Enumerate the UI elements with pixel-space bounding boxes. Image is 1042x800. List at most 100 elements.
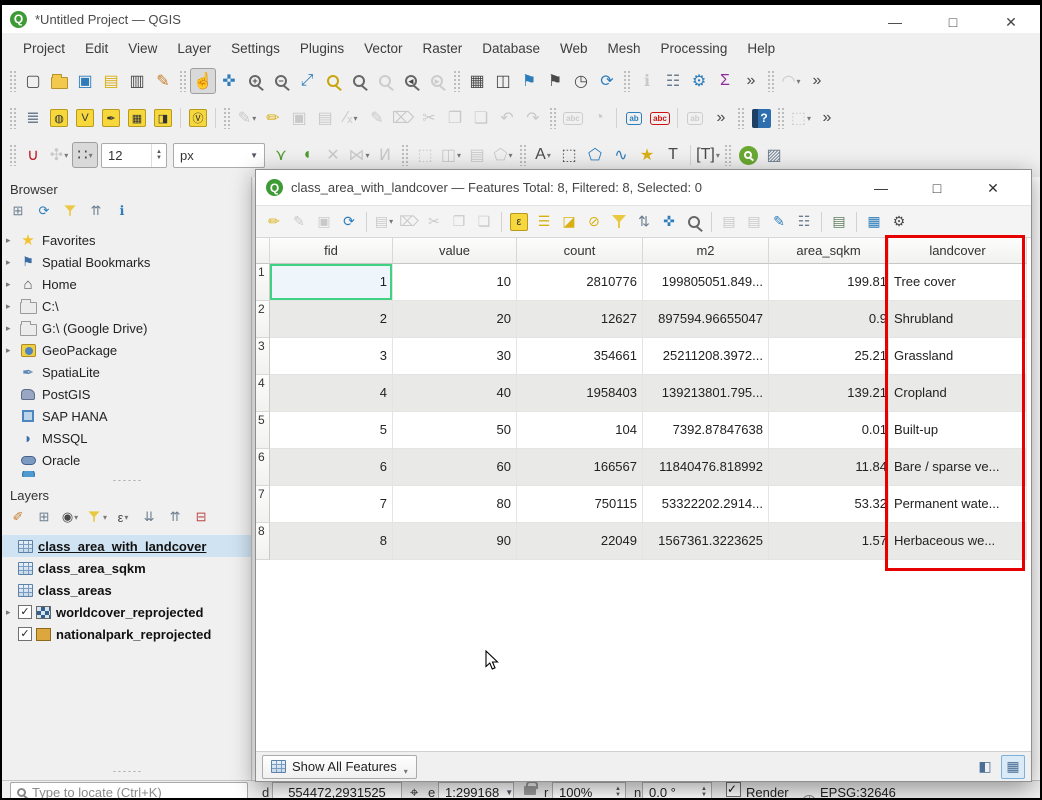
properties-widget-icon[interactable]: ℹ	[112, 201, 132, 221]
add-delimited-text-layer-icon[interactable]: V	[72, 105, 98, 131]
add-wms-layer-icon[interactable]: Ⓥ	[185, 105, 211, 131]
coordinate-field[interactable]: 554472,2931525	[272, 782, 402, 800]
offset-tool-icon[interactable]: Ͷ	[372, 142, 398, 168]
delete-selected-features-icon[interactable]: ⌦	[397, 210, 421, 234]
cell-count[interactable]: 354661	[517, 338, 643, 375]
cell-count[interactable]: 166567	[517, 449, 643, 486]
column-header-m2[interactable]: m2	[643, 238, 769, 264]
cell-value[interactable]: 90	[393, 523, 517, 560]
modify-attributes-icon[interactable]: ✎	[364, 105, 390, 131]
table-corner-cell[interactable]	[256, 238, 270, 264]
invert-selection-icon[interactable]: ◪	[557, 210, 581, 234]
cut-selected-icon[interactable]: ✂	[422, 210, 446, 234]
statistical-summary-icon[interactable]: Σ	[712, 68, 738, 94]
crs-status[interactable]: EPSG:32646	[820, 782, 896, 800]
new-map-view-icon[interactable]: ▦	[464, 68, 490, 94]
toolbar-extension-4-icon[interactable]: »	[814, 105, 840, 131]
add-feature-icon[interactable]: ▤▾	[372, 210, 396, 234]
cell-m2[interactable]: 11840476.818992	[643, 449, 769, 486]
zoom-to-layer-icon[interactable]	[346, 68, 372, 94]
menu-project[interactable]: Project	[14, 37, 74, 60]
cell-value[interactable]: 10	[393, 264, 517, 301]
row-number[interactable]: 8	[256, 523, 270, 560]
redo-icon[interactable]: ↷	[520, 105, 546, 131]
field-expression-icon[interactable]: ✎	[767, 210, 791, 234]
layer-item-class-area-with-landcover[interactable]: class_area_with_landcover	[2, 535, 251, 557]
column-header-value[interactable]: value	[393, 238, 517, 264]
rotation-spinbox[interactable]: 0.0 ° ▲▼	[642, 782, 712, 800]
cell-m2[interactable]: 199805051.849...	[643, 264, 769, 301]
cell-area_sqkm[interactable]: 0.9	[769, 301, 889, 338]
zoom-to-selection-icon[interactable]	[320, 68, 346, 94]
split-features-icon[interactable]: ◫▾	[438, 142, 464, 168]
toolbar-extension-2-icon[interactable]: »	[804, 68, 830, 94]
toolbar-handle[interactable]	[767, 70, 775, 92]
expand-arrow-icon[interactable]: ▸	[6, 345, 18, 356]
browser-item-oracle[interactable]: Oracle	[2, 449, 251, 471]
add-spatialite-layer-icon[interactable]: ✒	[98, 105, 124, 131]
filter-browser-icon[interactable]	[60, 201, 80, 221]
move-label-icon[interactable]: ab	[682, 105, 708, 131]
cell-m2[interactable]: 1567361.3223625	[643, 523, 769, 560]
select-all-icon[interactable]: ☰	[532, 210, 556, 234]
cell-fid[interactable]: 4	[270, 375, 393, 412]
map-tips-icon[interactable]: [T]▾	[695, 142, 721, 168]
cell-fid[interactable]: 5	[270, 412, 393, 449]
conditional-formatting-icon[interactable]: ▤	[827, 210, 851, 234]
snapping-units-combo[interactable]: px▼	[173, 143, 265, 168]
zoom-native-icon[interactable]	[372, 68, 398, 94]
browser-item-mssql[interactable]: ◗MSSQL	[2, 427, 251, 449]
delete-selected-icon[interactable]: ⌦	[390, 105, 416, 131]
digitize-options-icon[interactable]: ⁄ₓ▾	[338, 105, 364, 131]
copy-selected-icon[interactable]: ❐	[447, 210, 471, 234]
pan-to-selection-icon[interactable]: ✜	[216, 68, 242, 94]
select-by-expression-icon[interactable]: ε	[507, 210, 531, 234]
menu-view[interactable]: View	[119, 37, 166, 60]
row-number[interactable]: 2	[256, 301, 270, 338]
open-field-calculator-icon[interactable]: ☷	[792, 210, 816, 234]
identify-features-icon[interactable]: ℹ	[634, 68, 660, 94]
cell-area_sqkm[interactable]: 11.84	[769, 449, 889, 486]
render-checkbox[interactable]: ✓	[726, 782, 741, 797]
row-number[interactable]: 1	[256, 264, 270, 301]
deselect-all-icon[interactable]: ⊘	[582, 210, 606, 234]
expand-arrow-icon[interactable]: ▸	[6, 235, 18, 246]
toolbar-handle[interactable]	[777, 107, 785, 129]
toolbar-handle[interactable]	[724, 144, 732, 166]
save-layer-edits-icon[interactable]: ▣	[286, 105, 312, 131]
locator-search-input[interactable]: Type to locate (Ctrl+K)	[10, 782, 248, 800]
help-icon[interactable]: ?	[748, 105, 774, 131]
layer-visibility-checkbox[interactable]: ✓	[18, 605, 32, 619]
toolbar-extension-icon[interactable]: »	[738, 68, 764, 94]
menu-web[interactable]: Web	[551, 37, 597, 60]
manage-map-themes-icon[interactable]: ◉▾	[60, 507, 80, 527]
zoom-last-icon[interactable]: ◂	[398, 68, 424, 94]
cell-landcover[interactable]: Bare / sparse ve...	[889, 449, 1027, 486]
refresh-browser-icon[interactable]: ⟳	[34, 201, 54, 221]
highlight-pinned-labels-icon[interactable]: abc	[647, 105, 673, 131]
row-number[interactable]: 7	[256, 486, 270, 523]
column-header-landcover[interactable]: landcover	[889, 238, 1027, 264]
cell-value[interactable]: 50	[393, 412, 517, 449]
vector-toolbox-icon[interactable]: ◠▾	[778, 68, 804, 94]
expand-arrow-icon[interactable]: ▸	[6, 301, 18, 312]
cell-landcover[interactable]: Tree cover	[889, 264, 1027, 301]
enable-tracing-icon[interactable]: ⋎	[268, 142, 294, 168]
expand-arrow-icon[interactable]: ▸	[6, 607, 18, 618]
merge-features-icon[interactable]: ▤	[464, 142, 490, 168]
snapping-tolerance-spin[interactable]: 12▲▼	[101, 143, 167, 168]
multiedit-mode-icon[interactable]: ✎	[287, 210, 311, 234]
cell-m2[interactable]: 25211208.3972...	[643, 338, 769, 375]
column-header-fid[interactable]: fid	[270, 238, 393, 264]
menu-database[interactable]: Database	[473, 37, 549, 60]
cell-area_sqkm[interactable]: 1.57	[769, 523, 889, 560]
new-project-icon[interactable]: ▢	[20, 68, 46, 94]
cell-area_sqkm[interactable]: 139.21	[769, 375, 889, 412]
processing-toolbox-icon[interactable]: ⚙	[686, 68, 712, 94]
lock-scale-icon[interactable]	[524, 786, 536, 795]
polygon-annotation-icon[interactable]: ⬠	[582, 142, 608, 168]
layer-diagram-options-icon[interactable]: ◔	[586, 105, 612, 131]
column-header-count[interactable]: count	[517, 238, 643, 264]
toolbar-extension-3-icon[interactable]: »	[708, 105, 734, 131]
move-selection-to-top-icon[interactable]: ⇅	[632, 210, 656, 234]
